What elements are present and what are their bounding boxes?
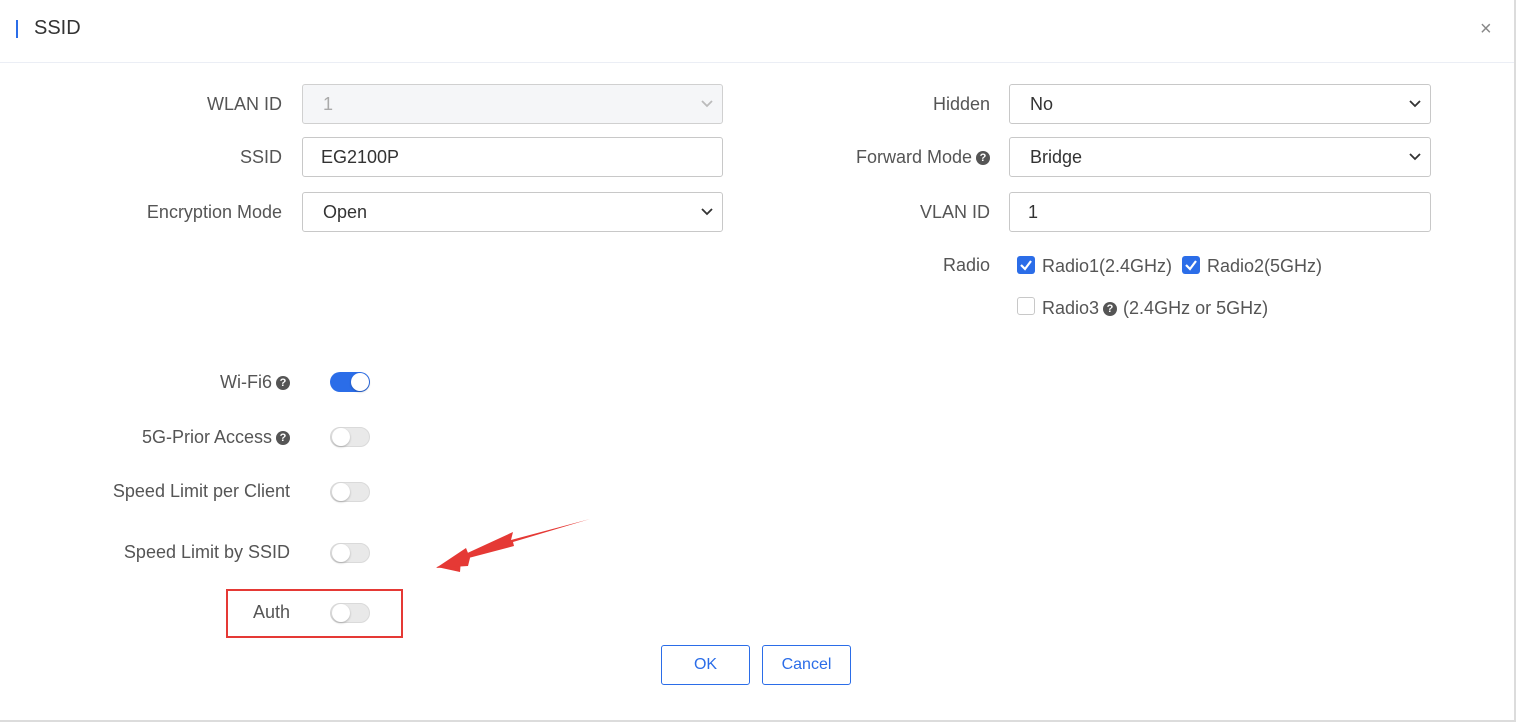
wlan-id-label: WLAN ID xyxy=(206,94,282,114)
encryption-mode-value: Open xyxy=(323,202,368,222)
forward-mode-label-text: Forward Mode xyxy=(855,147,972,167)
dialog-title: SSID xyxy=(34,17,81,39)
vlan-id-input[interactable]: 1 xyxy=(1009,192,1431,232)
forward-mode-select[interactable]: Bridge xyxy=(1009,137,1431,177)
speed-limit-client-label: Speed Limit per Client xyxy=(112,481,290,501)
radio1-label: Radio1(2.4GHz) xyxy=(1042,256,1173,276)
help-icon[interactable]: ? xyxy=(276,431,290,445)
forward-mode-value: Bridge xyxy=(1030,147,1083,167)
toggle-knob xyxy=(351,373,369,391)
hidden-value: No xyxy=(1030,94,1054,114)
annotation-highlight-box xyxy=(226,589,403,638)
help-icon[interactable]: ? xyxy=(1103,302,1118,316)
dialog-header: SSID × xyxy=(0,0,1514,63)
radio1-checkbox[interactable] xyxy=(1017,256,1035,274)
radio3-suffix: (2.4GHz or 5GHz) xyxy=(1123,298,1269,318)
speed-limit-client-toggle[interactable] xyxy=(330,482,370,502)
ssid-dialog: SSID × WLAN ID 1 SSID EG2100P Encryption… xyxy=(0,0,1516,722)
ssid-input[interactable]: EG2100P xyxy=(302,137,723,177)
vlan-id-value: 1 xyxy=(1028,202,1039,222)
help-icon[interactable]: ? xyxy=(976,151,990,165)
wlan-id-value: 1 xyxy=(323,94,334,114)
radio3-checkbox[interactable] xyxy=(1017,297,1035,315)
encryption-mode-select[interactable]: Open xyxy=(302,192,723,232)
cancel-button[interactable]: Cancel xyxy=(762,645,851,685)
radio2-checkbox[interactable] xyxy=(1182,256,1200,274)
title-accent-bar xyxy=(16,20,18,38)
hidden-select[interactable]: No xyxy=(1009,84,1431,124)
close-icon[interactable]: × xyxy=(1480,18,1492,40)
speed-limit-ssid-label: Speed Limit by SSID xyxy=(123,542,290,562)
speed-limit-ssid-toggle[interactable] xyxy=(330,543,370,563)
chevron-down-icon xyxy=(1408,96,1422,110)
wlan-id-select[interactable]: 1 xyxy=(302,84,723,124)
ssid-label: SSID xyxy=(239,147,282,167)
5g-prior-access-label-text: 5G-Prior Access xyxy=(141,427,272,447)
ssid-value: EG2100P xyxy=(321,147,400,167)
ok-button[interactable]: OK xyxy=(661,645,750,685)
radio2-label: Radio2(5GHz) xyxy=(1207,256,1323,276)
radio3-label-text: Radio3 xyxy=(1042,298,1100,318)
chevron-down-icon xyxy=(700,96,714,110)
5g-prior-access-label: 5G-Prior Access? xyxy=(80,427,290,448)
hidden-label: Hidden xyxy=(932,94,990,114)
wifi6-label: Wi-Fi6? xyxy=(100,372,290,393)
vlan-id-label: VLAN ID xyxy=(919,202,990,222)
forward-mode-label: Forward Mode? xyxy=(820,147,990,168)
toggle-knob xyxy=(332,428,350,446)
toggle-knob xyxy=(332,483,350,501)
5g-prior-access-toggle[interactable] xyxy=(330,427,370,447)
wifi6-toggle[interactable] xyxy=(330,372,370,392)
chevron-down-icon xyxy=(700,204,714,218)
radio3-label: Radio3? (2.4GHz or 5GHz) xyxy=(1042,298,1268,319)
chevron-down-icon xyxy=(1408,149,1422,163)
wifi6-label-text: Wi-Fi6 xyxy=(220,372,272,392)
help-icon[interactable]: ? xyxy=(276,376,290,390)
encryption-mode-label: Encryption Mode xyxy=(146,202,282,222)
toggle-knob xyxy=(332,544,350,562)
radio-label: Radio xyxy=(942,255,990,275)
